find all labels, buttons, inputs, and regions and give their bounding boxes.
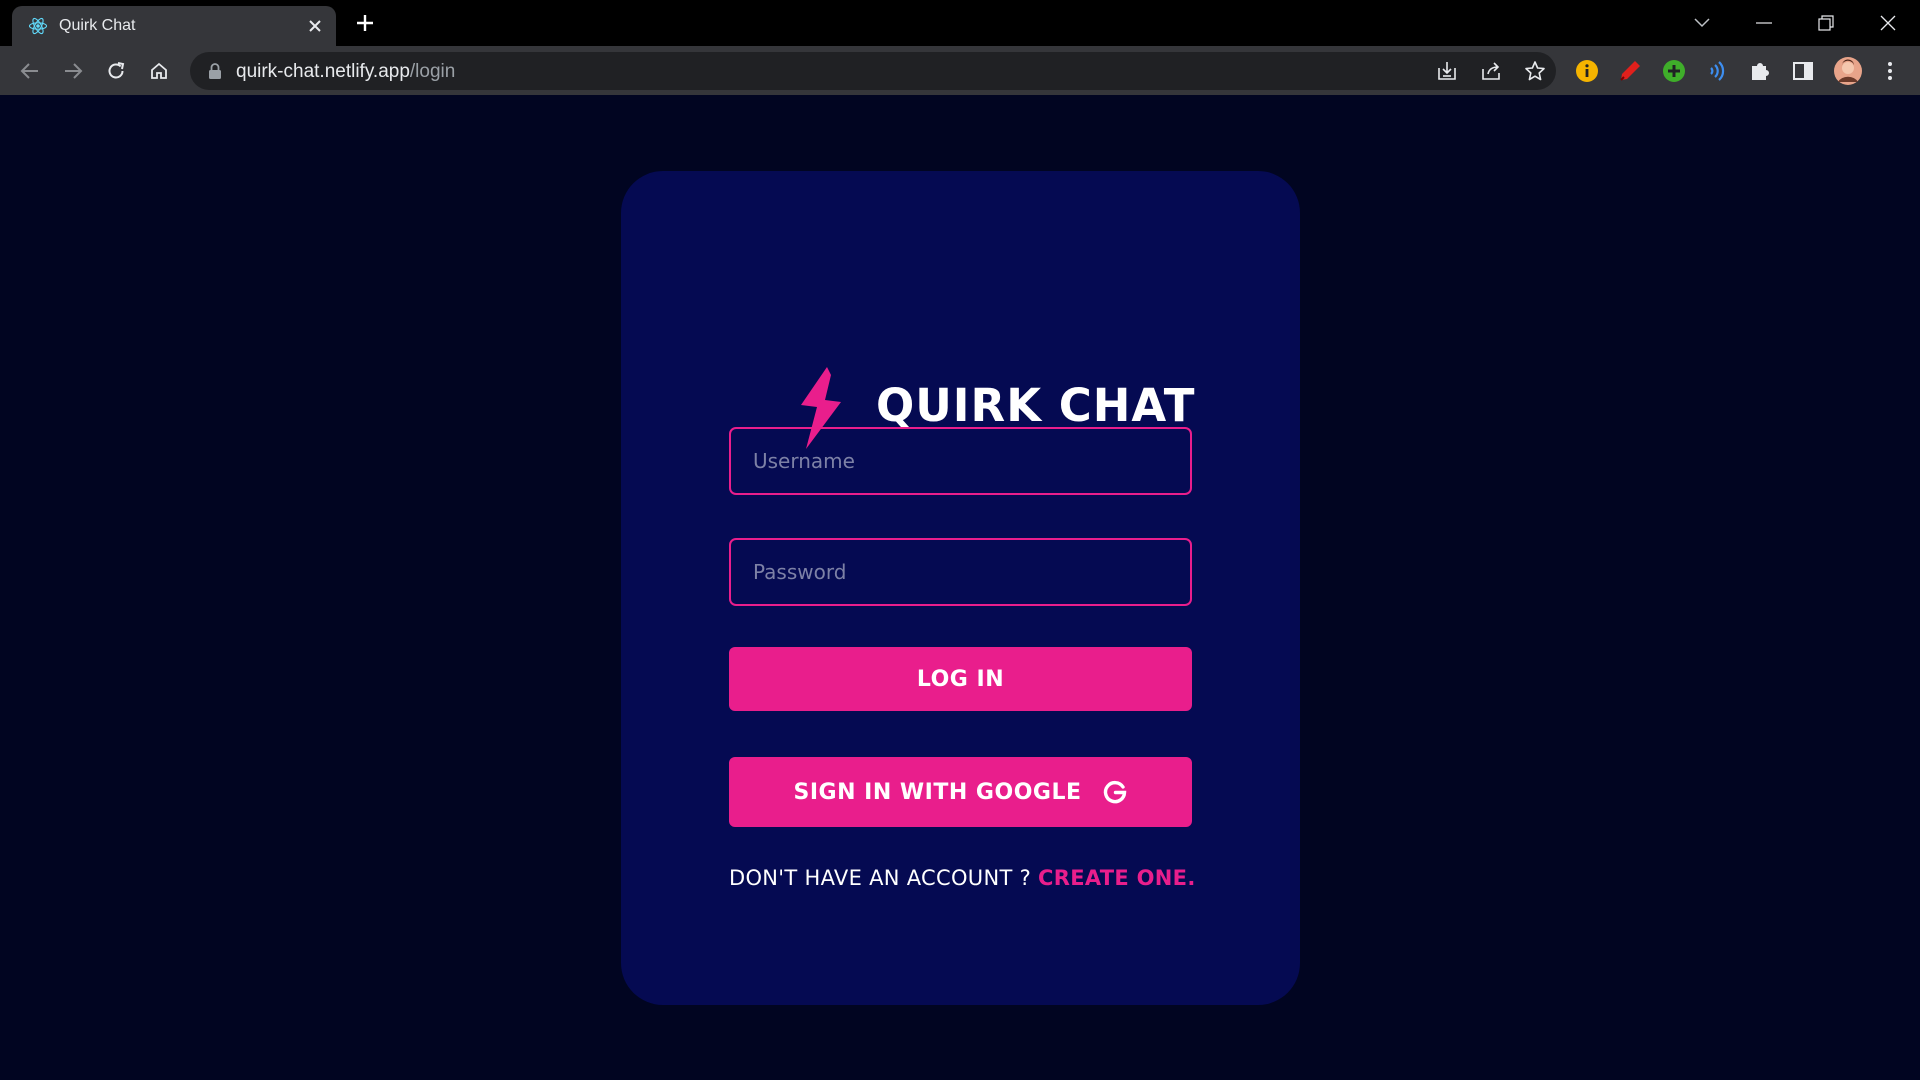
star-icon[interactable] [1523, 59, 1547, 83]
home-icon[interactable] [144, 56, 174, 86]
extension-read-aloud-icon[interactable] [1704, 58, 1730, 84]
signup-prompt-text: DON'T HAVE AN ACCOUNT ? [729, 866, 1039, 890]
forward-arrow-icon[interactable] [58, 56, 88, 86]
address-bar[interactable]: quirk-chat.netlify.app/login [190, 52, 1556, 90]
browser-tab[interactable]: Quirk Chat [12, 6, 336, 46]
chevron-down-icon[interactable] [1687, 8, 1717, 38]
password-input[interactable] [729, 538, 1192, 606]
plus-icon[interactable] [352, 10, 378, 36]
create-account-link[interactable]: CREATE ONE. [1038, 866, 1196, 890]
google-g-icon [1103, 780, 1126, 804]
tab-title: Quirk Chat [59, 17, 136, 34]
restore-icon[interactable] [1811, 8, 1841, 38]
close-window-icon[interactable] [1873, 8, 1903, 38]
react-favicon-icon [28, 17, 48, 35]
signup-prompt: DON'T HAVE AN ACCOUNT ? CREATE ONE. [729, 866, 1199, 890]
username-input[interactable] [729, 427, 1192, 495]
browser-toolbar: quirk-chat.netlify.app/login [0, 46, 1920, 95]
kebab-menu-icon[interactable] [1877, 58, 1903, 84]
install-icon[interactable] [1435, 59, 1459, 83]
tab-strip: Quirk Chat [0, 0, 1920, 46]
side-panel-icon[interactable] [1790, 58, 1816, 84]
minimize-icon[interactable] [1749, 8, 1779, 38]
url-text[interactable]: quirk-chat.netlify.app/login [236, 61, 455, 83]
url-host: quirk-chat.netlify.app [236, 61, 410, 82]
extension-green-plus-icon[interactable] [1661, 58, 1687, 84]
share-icon[interactable] [1479, 59, 1503, 83]
google-signin-label: SIGN IN WITH GOOGLE [793, 779, 1082, 805]
login-card: QUIRK CHAT LOG IN SIGN IN WITH GOOGLE DO… [621, 171, 1300, 1005]
login-button[interactable]: LOG IN [729, 647, 1192, 711]
avatar[interactable] [1833, 56, 1863, 86]
extension-red-pen-icon[interactable] [1617, 58, 1643, 84]
close-icon[interactable] [304, 15, 326, 37]
back-arrow-icon[interactable] [15, 56, 45, 86]
google-signin-button[interactable]: SIGN IN WITH GOOGLE [729, 757, 1192, 827]
lock-icon[interactable] [208, 63, 222, 79]
page-body: QUIRK CHAT LOG IN SIGN IN WITH GOOGLE DO… [0, 95, 1920, 1080]
puzzle-extensions-icon[interactable] [1747, 58, 1773, 84]
extension-yellow-info-icon[interactable] [1574, 58, 1600, 84]
url-path: /login [409, 61, 456, 82]
reload-icon[interactable] [101, 56, 131, 86]
login-button-label: LOG IN [916, 666, 1005, 692]
brand-name: QUIRK CHAT [876, 379, 1196, 432]
